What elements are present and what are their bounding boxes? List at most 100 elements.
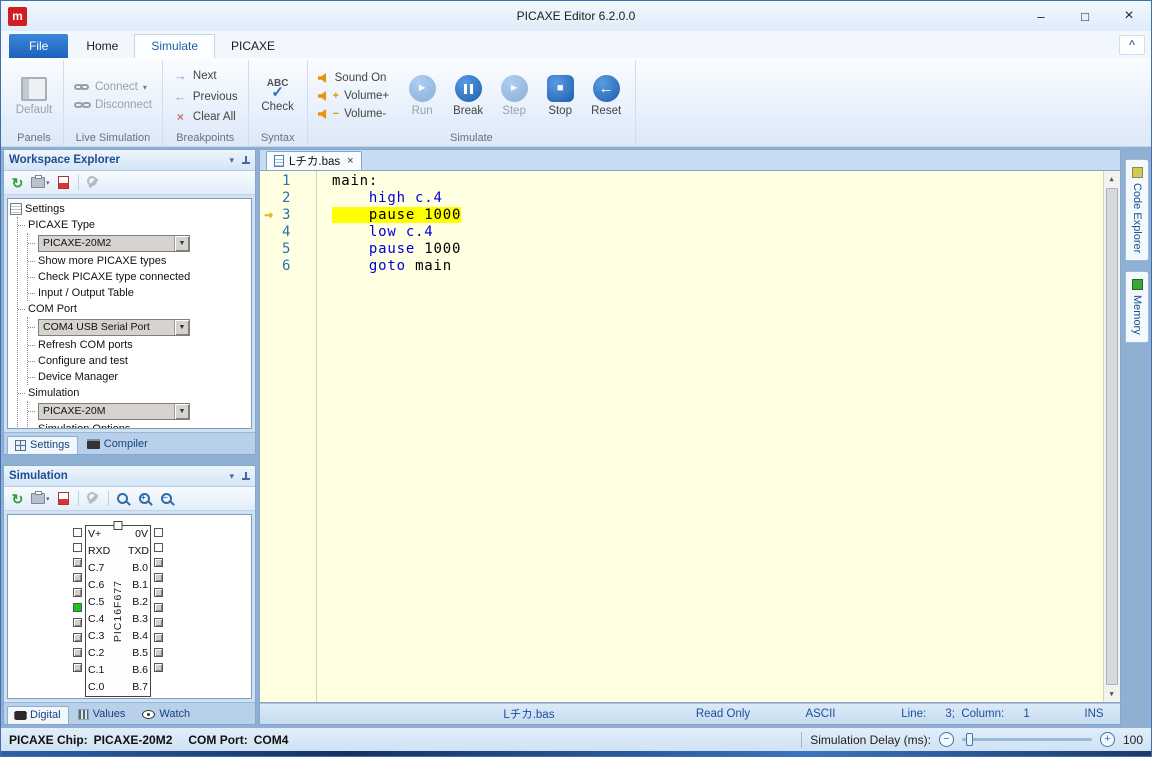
tree-item-picaxe-type[interactable]: PICAXE Type — [18, 217, 249, 233]
tab-values[interactable]: Values — [70, 705, 134, 724]
pdf-export-button[interactable] — [54, 489, 73, 508]
tab-settings[interactable]: Settings — [7, 436, 78, 454]
panel-menu-icon[interactable]: ▾ — [229, 155, 234, 166]
run-button[interactable]: ► Run — [399, 72, 445, 120]
com-port-combo[interactable]: COM4 USB Serial Port ▼ — [38, 318, 190, 336]
scroll-up-icon[interactable]: ▲ — [1104, 171, 1120, 187]
tree-item-input-output-table[interactable]: Input / Output Table — [28, 285, 249, 301]
panel-menu-icon[interactable]: ▾ — [229, 471, 234, 482]
delay-increase-button[interactable]: + — [1099, 732, 1115, 747]
pin-pad-left[interactable] — [73, 543, 82, 552]
delay-decrease-button[interactable]: − — [938, 732, 954, 747]
tree-item-simulation[interactable]: Simulation — [18, 385, 249, 401]
tab-code-explorer[interactable]: Code Explorer — [1125, 159, 1149, 262]
ribbon-collapse-button[interactable]: ^ — [1119, 35, 1145, 55]
scroll-down-icon[interactable]: ▼ — [1104, 686, 1120, 702]
reset-button[interactable]: ← Reset — [583, 72, 629, 120]
breakpoint-margin[interactable] — [260, 207, 278, 224]
connect-button[interactable]: Connect ▾ — [70, 79, 156, 95]
zoom-button[interactable] — [114, 489, 133, 508]
code-editor[interactable]: 1 main: 2 high c.4 3 — [259, 170, 1121, 703]
tab-close-icon[interactable]: × — [347, 155, 353, 167]
pin-pad-left[interactable] — [73, 588, 82, 597]
combo-dropdown-icon[interactable]: ▼ — [174, 319, 189, 335]
tab-watch[interactable]: Watch — [134, 705, 198, 724]
delay-slider-thumb[interactable] — [965, 733, 973, 746]
tree-item-show-more-types[interactable]: Show more PICAXE types — [28, 253, 249, 269]
pin-pad-left[interactable] — [73, 633, 82, 642]
refresh-button[interactable]: ↻ — [8, 489, 27, 508]
combo-dropdown-icon[interactable]: ▼ — [174, 235, 189, 251]
tab-file[interactable]: File — [9, 34, 69, 58]
pin-pad-left[interactable] — [73, 528, 82, 537]
breakpoint-margin[interactable] — [260, 224, 278, 241]
tree-item-simulation-options[interactable]: Simulation Options — [28, 421, 249, 428]
picaxe-type-combo[interactable]: PICAXE-20M2 ▼ — [38, 234, 190, 252]
pin-pad-left[interactable] — [73, 573, 82, 582]
tab-picaxe[interactable]: PICAXE — [215, 35, 291, 58]
maximize-button[interactable]: □ — [1063, 1, 1107, 31]
pdf-export-button[interactable] — [54, 173, 73, 192]
break-button[interactable]: Break — [445, 72, 491, 120]
pin-pad-right[interactable] — [154, 528, 163, 537]
default-panels-button[interactable]: Default — [11, 74, 57, 119]
breakpoint-margin[interactable] — [260, 173, 278, 190]
tree-item-configure-and-test[interactable]: Configure and test — [28, 353, 249, 369]
app-logo-icon[interactable]: m — [8, 6, 27, 26]
pin-pad-right[interactable] — [154, 588, 163, 597]
tab-compiler[interactable]: Compiler — [79, 435, 156, 454]
options-button[interactable] — [84, 489, 103, 508]
print-button[interactable]: ▾ — [30, 173, 51, 192]
pin-pad-right[interactable] — [154, 558, 163, 567]
volume-up-button[interactable]: + Volume+ — [314, 88, 394, 104]
pin-icon[interactable] — [242, 472, 250, 480]
pin-pad-right[interactable] — [154, 663, 163, 672]
tree-item-refresh-com-ports[interactable]: Refresh COM ports — [28, 337, 249, 353]
tree-item-com-port[interactable]: COM Port — [18, 301, 249, 317]
tab-digital[interactable]: Digital — [7, 706, 69, 724]
delay-slider[interactable] — [961, 733, 1092, 746]
breakpoint-margin[interactable] — [260, 241, 278, 258]
tab-home[interactable]: Home — [70, 35, 134, 58]
scrollbar-thumb[interactable] — [1106, 188, 1118, 685]
pin-pad-left[interactable] — [73, 558, 82, 567]
tree-root-settings[interactable]: Settings — [10, 201, 249, 217]
tab-memory[interactable]: Memory — [1125, 271, 1149, 344]
tree-item-device-manager[interactable]: Device Manager — [28, 369, 249, 385]
pin-pad-right[interactable] — [154, 543, 163, 552]
refresh-button[interactable]: ↻ — [8, 173, 27, 192]
step-button[interactable]: ► Step — [491, 72, 537, 120]
syntax-check-button[interactable]: ABC ✓ Check — [255, 76, 301, 116]
combo-dropdown-icon[interactable]: ▼ — [174, 403, 189, 419]
pin-pad-left[interactable] — [73, 603, 82, 612]
sound-on-button[interactable]: Sound On — [314, 70, 394, 86]
close-button[interactable]: × — [1107, 1, 1151, 31]
pin-pad-left[interactable] — [73, 663, 82, 672]
next-breakpoint-button[interactable]: → Next — [169, 66, 242, 85]
tab-simulate[interactable]: Simulate — [134, 34, 216, 58]
pin-icon[interactable] — [242, 156, 250, 164]
editor-scrollbar[interactable]: ▲ ▼ — [1103, 171, 1120, 702]
pin-pad-right[interactable] — [154, 633, 163, 642]
options-button[interactable] — [84, 173, 103, 192]
pin-pad-right[interactable] — [154, 603, 163, 612]
previous-breakpoint-button[interactable]: ← Previous — [169, 87, 242, 106]
tree-item-check-type-connected[interactable]: Check PICAXE type connected — [28, 269, 249, 285]
tab-document[interactable]: Lチカ.bas × — [266, 151, 362, 170]
pin-pad-right[interactable] — [154, 573, 163, 582]
pin-pad-left[interactable] — [73, 648, 82, 657]
zoom-in-button[interactable]: + — [136, 489, 155, 508]
minimize-button[interactable]: – — [1019, 1, 1063, 31]
pin-pad-right[interactable] — [154, 618, 163, 627]
pin-pad-right[interactable] — [154, 648, 163, 657]
breakpoint-margin[interactable] — [260, 258, 278, 275]
clear-all-breakpoints-button[interactable]: × Clear All — [169, 108, 242, 126]
volume-down-button[interactable]: − Volume- — [314, 106, 394, 122]
stop-button[interactable]: ■ Stop — [537, 72, 583, 120]
simulation-chip-combo[interactable]: PICAXE-20M ▼ — [38, 402, 190, 420]
disconnect-button[interactable]: Disconnect — [70, 97, 156, 113]
zoom-out-button[interactable]: − — [158, 489, 177, 508]
breakpoint-margin[interactable] — [260, 190, 278, 207]
pin-pad-left[interactable] — [73, 618, 82, 627]
print-button[interactable]: ▾ — [30, 489, 51, 508]
